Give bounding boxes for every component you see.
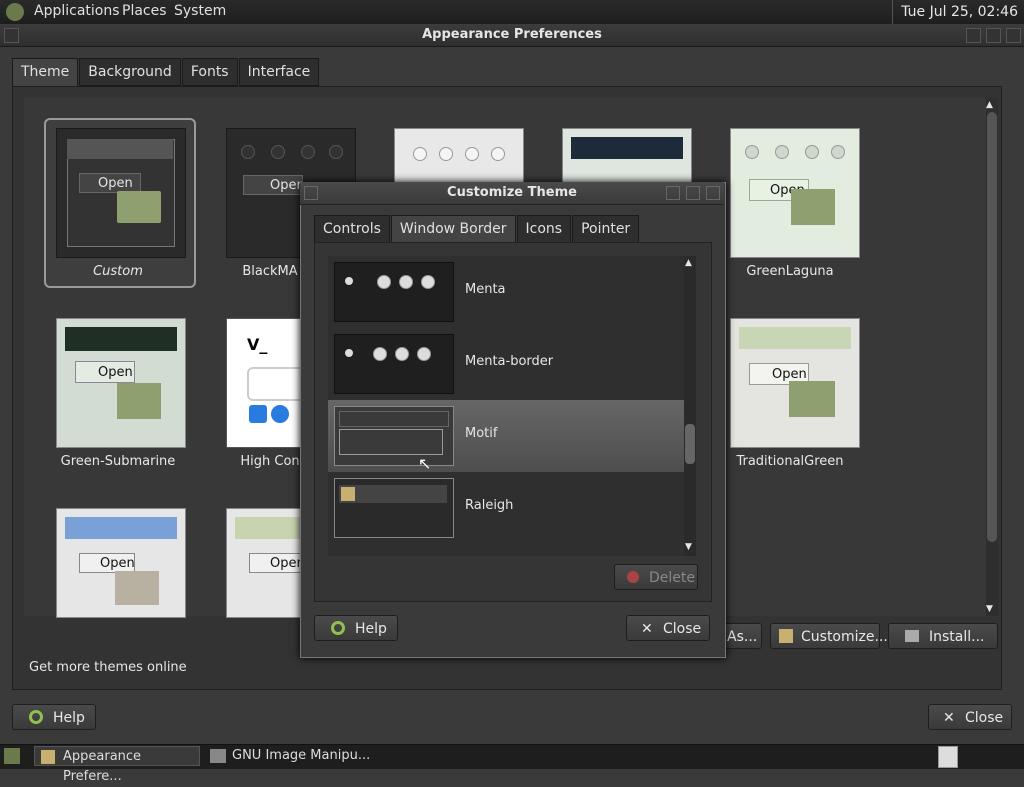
dialog-help-label: Help <box>355 621 387 637</box>
install-icon <box>905 630 919 642</box>
open-sample-button: Open <box>79 173 141 193</box>
theme-thumb-greenlaguna[interactable]: Open <box>730 128 860 258</box>
customize-button[interactable]: Customize... <box>770 623 888 649</box>
window-menu-icon[interactable] <box>4 28 19 43</box>
tab-background[interactable]: Background <box>79 58 181 86</box>
taskbar-item-appearance[interactable]: Appearance Prefere... <box>34 746 200 784</box>
close-window-icon[interactable] <box>1006 28 1021 43</box>
clock[interactable]: Tue Jul 25, 02:46 <box>892 0 1024 24</box>
customize-label: Customize... <box>801 629 888 645</box>
help-icon <box>331 621 345 635</box>
workspace-switcher-icon[interactable] <box>938 746 958 768</box>
list-item-label: Raleigh <box>465 498 514 513</box>
close-label: Close <box>965 710 1004 726</box>
tab-pointer[interactable]: Pointer <box>572 215 640 243</box>
list-scroll-down-icon[interactable]: ▼ <box>685 542 692 552</box>
distro-logo-icon[interactable] <box>6 3 24 21</box>
theme-label-green-submarine: Green-Submarine <box>60 454 176 469</box>
tab-theme[interactable]: Theme <box>12 58 79 88</box>
menu-applications[interactable]: Applications <box>34 3 120 19</box>
close-button[interactable]: ✕ Close <box>928 704 1012 730</box>
tab-interface[interactable]: Interface <box>238 58 320 86</box>
taskbar-item-gimp[interactable]: GNU Image Manipu... <box>206 746 372 766</box>
gimp-app-icon <box>210 749 226 763</box>
customize-icon <box>779 629 793 643</box>
get-more-themes-link[interactable]: Get more themes online <box>29 660 187 675</box>
window-border-list: Menta Menta-border Motif Raleigh <box>328 256 684 556</box>
dialog-tabs: Controls Window Border Icons Pointer <box>314 215 640 245</box>
delete-label: Delete <box>649 570 695 586</box>
border-preview <box>334 478 454 538</box>
tab-icons[interactable]: Icons <box>516 215 572 243</box>
open-sample-button: Open <box>79 553 135 573</box>
theme-thumb-traditionalgreen[interactable]: Open <box>730 318 860 448</box>
list-item-label: Motif <box>465 426 498 441</box>
dialog-minimize-icon[interactable] <box>666 186 680 200</box>
help-label: Help <box>53 710 85 726</box>
main-tabs: Theme Background Fonts Interface <box>12 58 320 88</box>
list-scrollbar[interactable] <box>684 256 696 556</box>
list-item[interactable]: Menta-border <box>328 328 684 400</box>
app-icon <box>341 487 355 501</box>
theme-label-greenlaguna: GreenLaguna <box>746 264 834 279</box>
minimize-icon[interactable] <box>966 28 981 43</box>
menu-places[interactable]: Places <box>122 3 167 19</box>
open-sample-button: Open <box>249 553 305 573</box>
theme-thumb-row3-1[interactable]: Open <box>56 508 186 618</box>
show-desktop-icon[interactable] <box>4 748 20 764</box>
menu-system[interactable]: System <box>174 3 226 19</box>
dialog-maximize-icon[interactable] <box>686 186 700 200</box>
close-icon: ✕ <box>641 621 653 637</box>
list-scroll-thumb[interactable] <box>685 424 695 464</box>
tab-controls[interactable]: Controls <box>314 215 390 243</box>
maximize-icon[interactable] <box>986 28 1001 43</box>
dialog-help-button[interactable]: Help <box>314 615 398 641</box>
scroll-up-arrow-icon[interactable]: ▲ <box>986 100 993 110</box>
install-button[interactable]: Install... <box>888 623 998 649</box>
scroll-down-arrow-icon[interactable]: ▼ <box>986 604 993 614</box>
folder-icon <box>791 189 835 225</box>
theme-grid-scroll-thumb[interactable] <box>987 112 997 542</box>
tab-window-border[interactable]: Window Border <box>390 215 516 245</box>
help-icon <box>29 710 43 724</box>
install-label: Install... <box>929 629 985 645</box>
tab-fonts[interactable]: Fonts <box>181 58 238 86</box>
border-preview <box>334 262 454 322</box>
theme-label-custom: Custom <box>93 264 143 279</box>
mouse-pointer-icon: ↖ <box>418 454 432 473</box>
taskbar-label: Appearance Prefere... <box>63 749 142 784</box>
folder-icon <box>117 191 161 223</box>
theme-thumb-green-submarine[interactable]: Open <box>56 318 186 448</box>
dialog-menu-icon[interactable] <box>304 186 318 200</box>
list-item[interactable]: Raleigh <box>328 472 684 544</box>
dialog-close-label: Close <box>663 621 702 637</box>
open-sample-button: Open <box>243 175 305 195</box>
folder-icon <box>789 381 835 417</box>
close-icon: ✕ <box>943 710 955 726</box>
folder-icon <box>115 571 159 605</box>
border-preview <box>334 406 454 466</box>
dialog-close-button[interactable]: ✕ Close <box>626 615 710 641</box>
list-item-label: Menta <box>465 282 506 297</box>
list-item-label: Menta-border <box>465 354 554 369</box>
help-button[interactable]: Help <box>12 704 96 730</box>
taskbar-label: GNU Image Manipu... <box>232 748 371 763</box>
open-sample-button: Open <box>75 361 135 383</box>
appearance-app-icon <box>41 750 55 764</box>
theme-label-traditionalgreen: TraditionalGreen <box>736 454 844 469</box>
folder-icon <box>117 383 161 419</box>
dialog-title: Customize Theme <box>300 182 724 205</box>
dialog-close-icon[interactable] <box>706 186 720 200</box>
list-scroll-up-icon[interactable]: ▲ <box>685 258 692 268</box>
theme-thumb-custom[interactable]: Open <box>56 128 186 258</box>
list-item[interactable]: Menta <box>328 256 684 328</box>
delete-button[interactable]: Delete <box>614 564 698 590</box>
list-item-selected[interactable]: Motif <box>328 400 684 472</box>
border-preview <box>334 334 454 394</box>
delete-icon <box>627 571 639 583</box>
window-title: Appearance Preferences <box>0 24 1024 47</box>
